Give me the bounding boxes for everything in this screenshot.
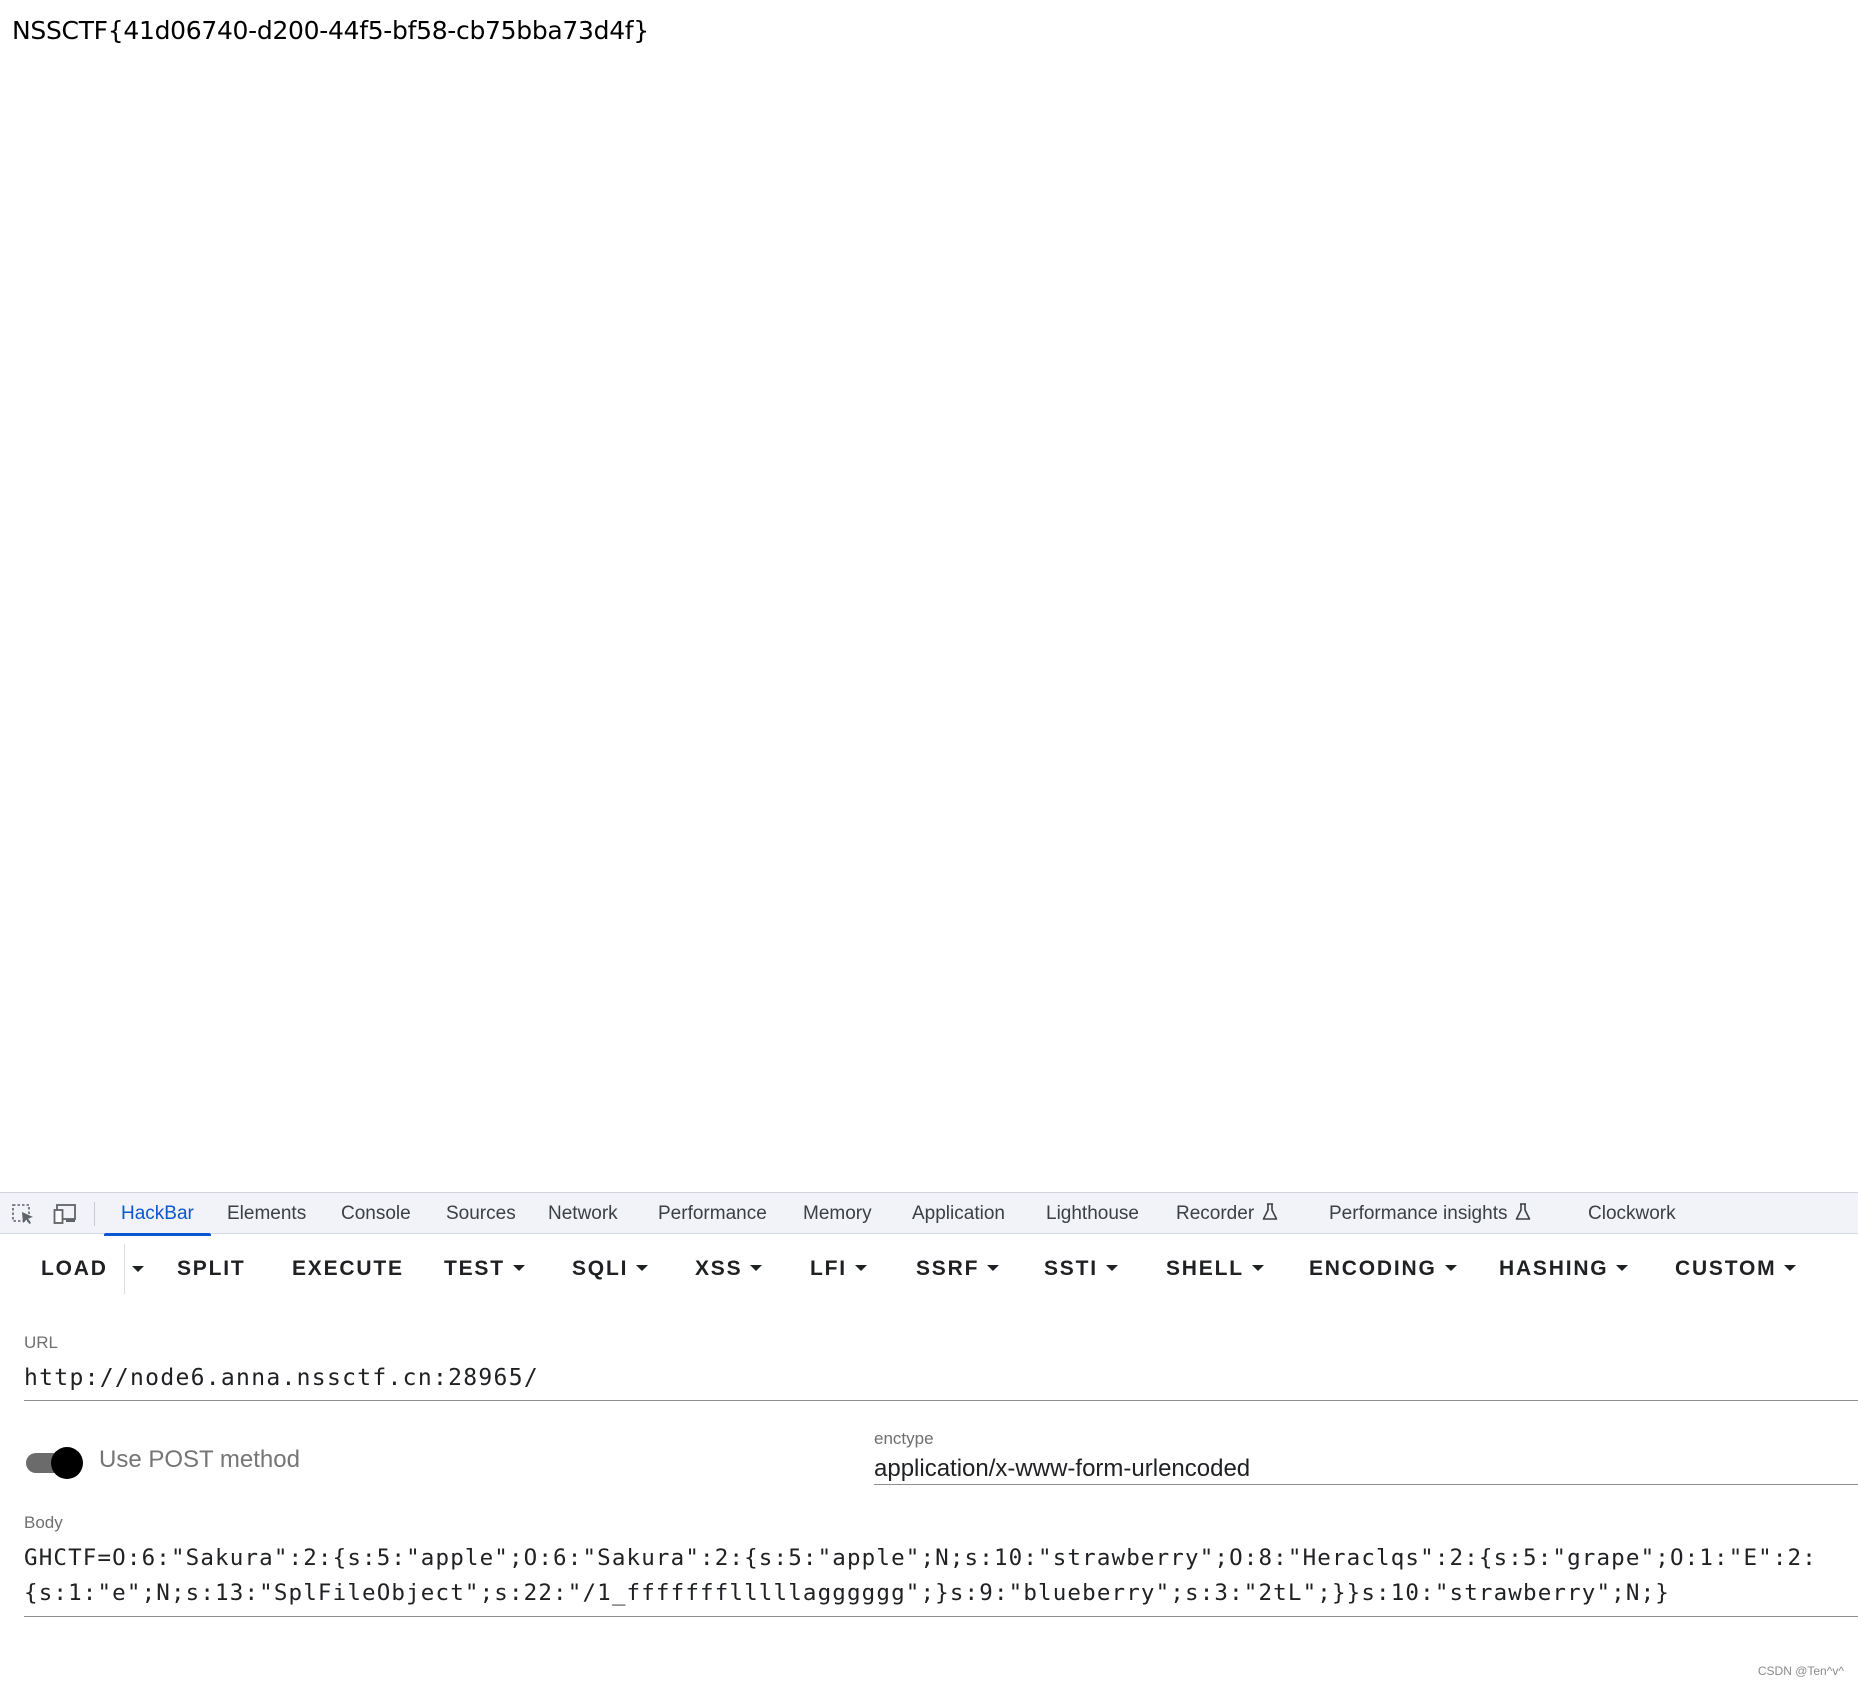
tab-recorder-label: Recorder: [1176, 1203, 1255, 1224]
custom-menu-label: CUSTOM: [1675, 1257, 1777, 1280]
xss-menu-button[interactable]: XSS: [695, 1234, 763, 1304]
ssrf-menu-button[interactable]: SSRF: [916, 1234, 1000, 1304]
hashing-menu-label: HASHING: [1499, 1257, 1609, 1280]
post-method-toggle[interactable]: [26, 1447, 86, 1479]
tabbar-separator: [94, 1202, 95, 1226]
flask-icon: [1516, 1203, 1531, 1220]
url-underline: [24, 1400, 1858, 1401]
enctype-select[interactable]: application/x-www-form-urlencoded: [874, 1455, 1250, 1483]
split-button[interactable]: SPLIT: [177, 1234, 246, 1304]
encoding-menu-button[interactable]: ENCODING: [1309, 1234, 1457, 1304]
sqli-menu-button[interactable]: SQLI: [572, 1234, 649, 1304]
tab-console[interactable]: Console: [341, 1193, 411, 1235]
post-method-label: Use POST method: [99, 1446, 300, 1473]
lfi-menu-button[interactable]: LFI: [810, 1234, 867, 1304]
tab-sources[interactable]: Sources: [446, 1193, 516, 1235]
hashing-menu-button[interactable]: HASHING: [1499, 1234, 1629, 1304]
body-underline: [24, 1616, 1858, 1617]
execute-button[interactable]: EXECUTE: [292, 1234, 404, 1304]
chevron-down-icon: [1784, 1265, 1797, 1271]
ssti-menu-button[interactable]: SSTI: [1044, 1234, 1118, 1304]
body-textarea-line-2[interactable]: {s:1:"e";N;s:13:"SplFileObject";s:22:"/1…: [24, 1580, 1670, 1606]
test-menu-button[interactable]: TEST: [444, 1234, 525, 1304]
tab-performance-insights[interactable]: Performance insights: [1329, 1193, 1531, 1235]
tab-recorder[interactable]: Recorder: [1176, 1193, 1278, 1235]
tab-memory[interactable]: Memory: [803, 1193, 872, 1235]
chevron-down-icon: [1251, 1265, 1264, 1271]
device-toolbar-icon[interactable]: [53, 1203, 79, 1225]
tab-lighthouse[interactable]: Lighthouse: [1046, 1193, 1139, 1235]
url-input[interactable]: http://node6.anna.nssctf.cn:28965/: [24, 1365, 539, 1391]
flask-icon: [1262, 1203, 1278, 1220]
chevron-down-icon: [132, 1266, 144, 1272]
chevron-down-icon: [1616, 1265, 1629, 1271]
chevron-down-icon: [854, 1265, 867, 1271]
enctype-underline: [874, 1484, 1858, 1485]
ssti-menu-label: SSTI: [1044, 1257, 1098, 1280]
tab-hackbar[interactable]: HackBar: [104, 1193, 211, 1236]
tab-network[interactable]: Network: [548, 1193, 618, 1235]
toggle-knob: [51, 1447, 83, 1479]
devtools-tabbar: HackBar Elements Console Sources Network…: [0, 1192, 1858, 1236]
chevron-down-icon: [1444, 1265, 1457, 1271]
chevron-down-icon: [750, 1265, 763, 1271]
shell-menu-button[interactable]: SHELL: [1166, 1234, 1264, 1304]
load-button[interactable]: LOAD: [41, 1234, 108, 1304]
custom-menu-button[interactable]: CUSTOM: [1675, 1234, 1797, 1304]
chevron-down-icon: [987, 1265, 1000, 1271]
tab-application[interactable]: Application: [912, 1193, 1005, 1235]
tab-elements[interactable]: Elements: [227, 1193, 306, 1235]
hackbar-toolbar: LOAD SPLIT EXECUTE TEST SQLI XSS LFI SSR…: [0, 1234, 1858, 1304]
chevron-down-icon: [636, 1265, 649, 1271]
lfi-menu-label: LFI: [810, 1257, 847, 1280]
xss-menu-label: XSS: [695, 1257, 743, 1280]
page-output-flag: NSSCTF{41d06740-d200-44f5-bf58-cb75bba73…: [12, 16, 649, 45]
url-label: URL: [24, 1333, 59, 1352]
tab-performance[interactable]: Performance: [658, 1193, 767, 1235]
body-label: Body: [24, 1513, 63, 1532]
ssrf-menu-label: SSRF: [916, 1257, 980, 1280]
encoding-menu-label: ENCODING: [1309, 1257, 1437, 1280]
body-textarea-line-1[interactable]: GHCTF=O:6:"Sakura":2:{s:5:"apple";O:6:"S…: [24, 1545, 1817, 1571]
test-menu-label: TEST: [444, 1257, 505, 1280]
chevron-down-icon: [512, 1265, 525, 1271]
tab-performance-insights-label: Performance insights: [1329, 1203, 1508, 1224]
load-dropdown-button[interactable]: [130, 1234, 146, 1304]
load-split-divider: [124, 1244, 125, 1294]
shell-menu-label: SHELL: [1166, 1257, 1244, 1280]
chevron-down-icon: [1105, 1265, 1118, 1271]
element-picker-icon[interactable]: [11, 1203, 37, 1225]
enctype-label: enctype: [874, 1429, 934, 1448]
sqli-menu-label: SQLI: [572, 1257, 629, 1280]
watermark: CSDN @Ten^v^: [1757, 1664, 1844, 1678]
tab-clockwork[interactable]: Clockwork: [1588, 1193, 1676, 1235]
